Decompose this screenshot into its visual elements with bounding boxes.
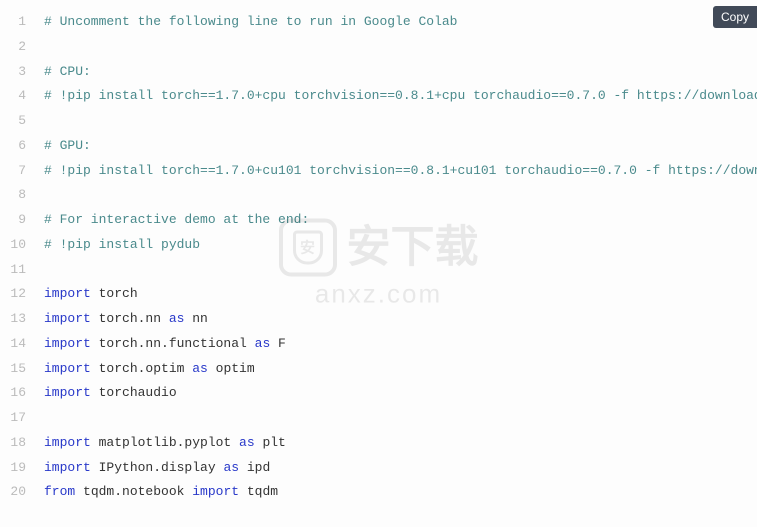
token-name: nn — [184, 311, 207, 326]
line-number: 1 — [0, 10, 26, 35]
token-comment: # Uncomment the following line to run in… — [44, 14, 457, 29]
line-number: 15 — [0, 357, 26, 382]
token-name: torch — [91, 286, 138, 301]
token-keyword: import — [44, 311, 91, 326]
code-line — [36, 258, 757, 283]
token-name: torchaudio — [91, 385, 177, 400]
line-number: 12 — [0, 282, 26, 307]
code-line — [36, 109, 757, 134]
token-keyword: import — [44, 460, 91, 475]
line-number: 13 — [0, 307, 26, 332]
line-number: 3 — [0, 60, 26, 85]
token-keyword: as — [239, 435, 255, 450]
code-line: import torchaudio — [36, 381, 757, 406]
token-comment: # For interactive demo at the end: — [44, 212, 309, 227]
token-keyword: as — [169, 311, 185, 326]
token-name: tqdm.notebook — [75, 484, 192, 499]
code-line: # !pip install torch==1.7.0+cu101 torchv… — [36, 159, 757, 184]
copy-button[interactable]: Copy — [713, 6, 757, 28]
token-name: matplotlib.pyplot — [91, 435, 239, 450]
line-number-gutter: 1234567891011121314151617181920 — [0, 10, 36, 527]
line-number: 2 — [0, 35, 26, 60]
token-name: torch.optim — [91, 361, 192, 376]
line-number: 8 — [0, 183, 26, 208]
code-line: import matplotlib.pyplot as plt — [36, 431, 757, 456]
token-keyword: as — [223, 460, 239, 475]
token-comment: # !pip install pydub — [44, 237, 200, 252]
token-comment: # !pip install torch==1.7.0+cu101 torchv… — [44, 163, 757, 178]
token-keyword: import — [44, 385, 91, 400]
code-line: import torch.optim as optim — [36, 357, 757, 382]
code-line: import torch — [36, 282, 757, 307]
token-keyword: as — [192, 361, 208, 376]
token-name: ipd — [239, 460, 270, 475]
line-number: 9 — [0, 208, 26, 233]
code-line: # CPU: — [36, 60, 757, 85]
token-keyword: import — [44, 361, 91, 376]
token-comment: # CPU: — [44, 64, 91, 79]
token-name: IPython.display — [91, 460, 224, 475]
code-line: # !pip install torch==1.7.0+cpu torchvis… — [36, 84, 757, 109]
code-line: from tqdm.notebook import tqdm — [36, 480, 757, 505]
token-keyword: import — [192, 484, 239, 499]
code-area[interactable]: # Uncomment the following line to run in… — [36, 10, 757, 527]
token-name: torch.nn — [91, 311, 169, 326]
code-line — [36, 183, 757, 208]
token-name: torch.nn.functional — [91, 336, 255, 351]
line-number: 10 — [0, 233, 26, 258]
line-number: 7 — [0, 159, 26, 184]
line-number: 19 — [0, 456, 26, 481]
code-block: 1234567891011121314151617181920 # Uncomm… — [0, 0, 757, 527]
line-number: 5 — [0, 109, 26, 134]
code-line: import torch.nn.functional as F — [36, 332, 757, 357]
token-keyword: import — [44, 286, 91, 301]
line-number: 20 — [0, 480, 26, 505]
code-line: import IPython.display as ipd — [36, 456, 757, 481]
code-line: # GPU: — [36, 134, 757, 159]
code-line: # Uncomment the following line to run in… — [36, 10, 757, 35]
token-comment: # !pip install torch==1.7.0+cpu torchvis… — [44, 88, 757, 103]
code-line — [36, 406, 757, 431]
line-number: 18 — [0, 431, 26, 456]
token-keyword: from — [44, 484, 75, 499]
token-name: plt — [255, 435, 286, 450]
token-keyword: import — [44, 336, 91, 351]
line-number: 14 — [0, 332, 26, 357]
token-comment: # GPU: — [44, 138, 91, 153]
token-keyword: as — [255, 336, 271, 351]
line-number: 6 — [0, 134, 26, 159]
code-line: # For interactive demo at the end: — [36, 208, 757, 233]
code-line: # !pip install pydub — [36, 233, 757, 258]
line-number: 16 — [0, 381, 26, 406]
token-name: optim — [208, 361, 255, 376]
token-name: F — [270, 336, 286, 351]
token-keyword: import — [44, 435, 91, 450]
code-line — [36, 35, 757, 60]
token-name: tqdm — [239, 484, 278, 499]
line-number: 4 — [0, 84, 26, 109]
line-number: 11 — [0, 258, 26, 283]
line-number: 17 — [0, 406, 26, 431]
code-line: import torch.nn as nn — [36, 307, 757, 332]
